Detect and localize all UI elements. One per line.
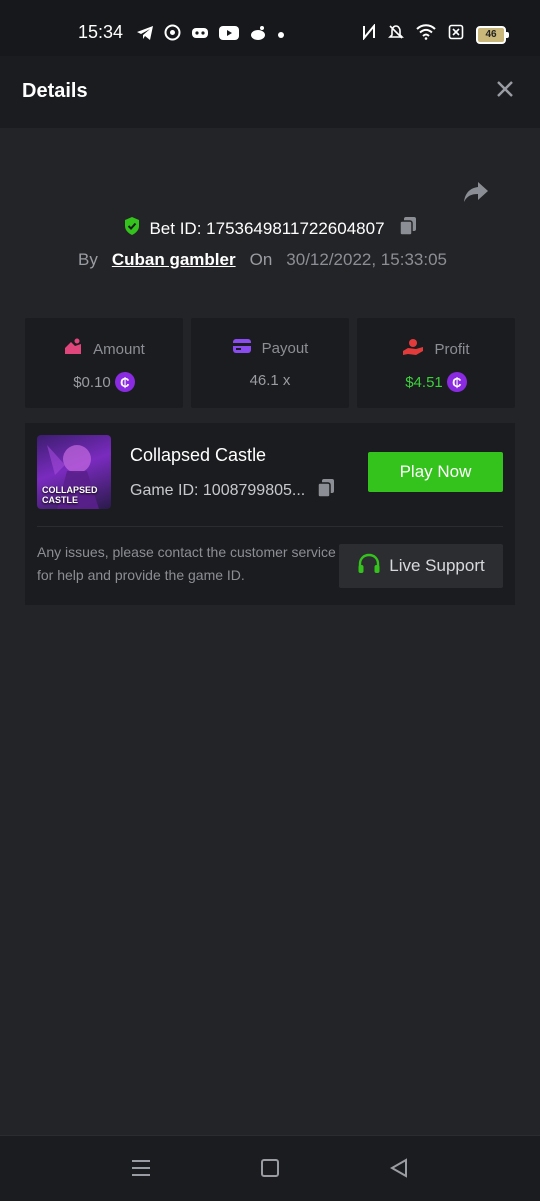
bet-id-row: Bet ID: 1753649811722604807	[0, 216, 540, 241]
close-icon[interactable]	[496, 80, 514, 98]
back-button[interactable]	[389, 1158, 408, 1183]
amount-value: $0.10	[73, 373, 111, 391]
game-id: Game ID: 1008799805...	[130, 481, 306, 499]
payout-icon	[232, 338, 252, 358]
bet-id: Bet ID: 1753649811722604807	[149, 218, 385, 238]
coin-icon: ₵	[446, 372, 467, 392]
home-button[interactable]	[261, 1159, 279, 1177]
game-thumbnail[interactable]: COLLAPSED CASTLE	[37, 435, 111, 509]
bell-off-icon	[388, 24, 404, 45]
page-title: Details	[22, 80, 88, 102]
by-label: By	[78, 250, 98, 269]
notification-icons	[136, 24, 285, 46]
profit-card: Profit $4.51 ₵	[357, 318, 515, 408]
amount-card: Amount $0.10 ₵	[25, 318, 183, 408]
play-now-button[interactable]: Play Now	[368, 452, 503, 492]
coin-icon: ₵	[114, 372, 135, 392]
on-label: On	[249, 250, 273, 269]
whatsapp-icon	[164, 24, 181, 46]
live-support-label: Live Support	[389, 556, 485, 575]
copy-icon[interactable]	[398, 216, 417, 241]
headset-icon	[357, 553, 381, 580]
nfc-icon	[362, 23, 376, 45]
thumbnail-title: COLLAPSED CASTLE	[42, 485, 98, 505]
bet-meta-row: By Cuban gambler On 30/12/2022, 15:33:05	[78, 250, 447, 270]
game-card: COLLAPSED CASTLE Collapsed Castle Game I…	[25, 423, 515, 605]
divider	[37, 526, 503, 527]
profit-label: Profit	[434, 340, 470, 358]
discord-icon	[191, 26, 209, 45]
sim-off-icon	[448, 24, 464, 45]
youtube-icon	[219, 25, 239, 45]
live-support-button[interactable]: Live Support	[339, 544, 503, 588]
battery-icon: 46	[476, 25, 509, 44]
profit-icon	[402, 338, 424, 360]
amount-label: Amount	[93, 340, 145, 358]
dot-icon	[277, 26, 285, 44]
status-time: 15:34	[78, 22, 124, 42]
payout-label: Payout	[261, 339, 309, 357]
verified-shield-icon	[123, 216, 141, 241]
copy-game-id-icon[interactable]	[317, 478, 335, 503]
recent-apps-button[interactable]	[132, 1160, 150, 1181]
payout-value: 46.1 x	[249, 372, 291, 389]
username-link[interactable]: Cuban gambler	[112, 250, 236, 270]
wifi-icon	[416, 24, 436, 45]
telegram-icon	[136, 25, 154, 46]
status-bar: 15:34 46	[0, 0, 540, 56]
payout-card: Payout 46.1 x	[191, 318, 349, 408]
support-hint: Any issues, please contact the customer …	[37, 544, 336, 583]
system-icons: 46	[362, 23, 509, 45]
details-header: Details	[0, 56, 540, 128]
bet-date: 30/12/2022, 15:33:05	[286, 250, 447, 269]
system-nav-bar	[0, 1135, 540, 1201]
profit-value: $4.51	[405, 373, 443, 391]
reddit-icon	[249, 25, 267, 46]
amount-icon	[63, 338, 83, 360]
game-name: Collapsed Castle	[130, 445, 267, 465]
share-icon[interactable]	[462, 180, 490, 204]
